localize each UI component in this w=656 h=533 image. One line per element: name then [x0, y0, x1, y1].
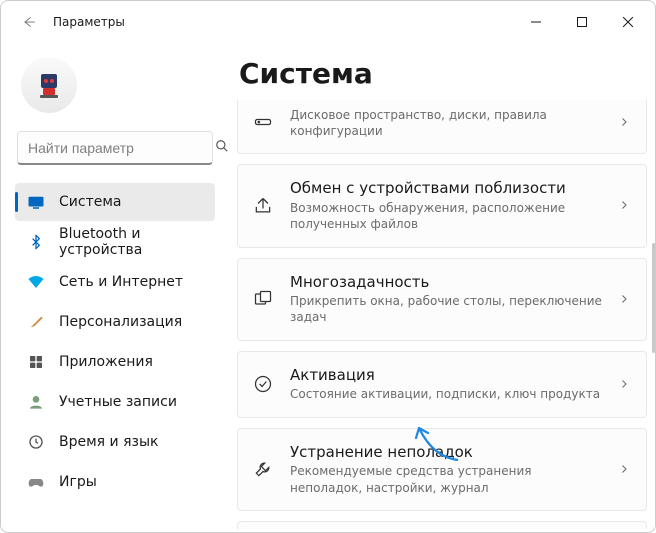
card-nearby-sharing[interactable]: Обмен с устройствами поблизости Возможно… [237, 164, 647, 247]
sidebar-item-label: Игры [59, 474, 97, 490]
window-title: Параметры [53, 15, 125, 29]
sidebar-item-bluetooth[interactable]: Bluetooth и устройства [15, 223, 215, 261]
sidebar-item-personalization[interactable]: Персонализация [15, 303, 215, 341]
card-storage[interactable]: Память Дисковое пространство, диски, пра… [237, 100, 647, 154]
sidebar-item-label: Персонализация [59, 314, 182, 330]
card-subtitle: Дисковое пространство, диски, правила ко… [290, 107, 602, 139]
wrench-icon [252, 458, 274, 480]
sidebar-item-label: Учетные записи [59, 394, 177, 410]
brush-icon [27, 313, 45, 331]
sidebar-item-apps[interactable]: Приложения [15, 343, 215, 381]
sidebar-item-time-language[interactable]: Время и язык [15, 423, 215, 461]
nav: Система Bluetooth и устройства Сеть и Ин… [13, 181, 217, 522]
card-activation[interactable]: Активация Состояние активации, подписки,… [237, 351, 647, 418]
chevron-right-icon [618, 113, 632, 132]
sidebar: Система Bluetooth и устройства Сеть и Ин… [1, 43, 225, 532]
clock-icon [27, 433, 45, 451]
card-multitasking[interactable]: Многозадачность Прикрепить окна, рабочие… [237, 258, 647, 341]
scrollbar[interactable] [652, 243, 655, 353]
sidebar-item-gaming[interactable]: Игры [15, 463, 215, 501]
page-title: Система [239, 57, 647, 90]
share-icon [252, 195, 274, 217]
search-input[interactable] [17, 131, 213, 165]
maximize-button[interactable] [559, 6, 605, 38]
card-title: Обмен с устройствами поблизости [290, 179, 602, 198]
multitask-icon [252, 288, 274, 310]
card-subtitle: Рекомендуемые средства устранения непола… [290, 463, 602, 495]
settings-list: Память Дисковое пространство, диски, пра… [237, 100, 647, 529]
close-button[interactable] [605, 6, 651, 38]
card-subtitle: Возможность обнаружения, расположение по… [290, 200, 602, 232]
apps-icon [27, 353, 45, 371]
avatar[interactable] [21, 57, 77, 113]
sidebar-item-label: Приложения [59, 354, 153, 370]
chevron-right-icon [618, 290, 632, 309]
sidebar-item-accounts[interactable]: Учетные записи [15, 383, 215, 421]
chevron-right-icon [618, 460, 632, 479]
storage-icon [252, 111, 274, 133]
card-title: Устранение неполадок [290, 443, 602, 462]
card-subtitle: Состояние активации, подписки, ключ прод… [290, 386, 602, 402]
search-field[interactable] [28, 140, 209, 156]
card-troubleshoot[interactable]: Устранение неполадок Рекомендуемые средс… [237, 428, 647, 511]
sidebar-item-label: Сеть и Интернет [59, 274, 183, 290]
sidebar-item-system[interactable]: Система [15, 183, 215, 221]
card-title: Многозадачность [290, 273, 602, 292]
chevron-right-icon [618, 375, 632, 394]
check-circle-icon [252, 373, 274, 395]
chevron-right-icon [618, 196, 632, 215]
bluetooth-icon [27, 233, 45, 251]
gamepad-icon [27, 473, 45, 491]
window-controls [513, 6, 651, 38]
sidebar-item-label: Bluetooth и устройства [59, 226, 205, 258]
wifi-icon [27, 273, 45, 291]
titlebar: Параметры [1, 1, 655, 43]
sidebar-item-network[interactable]: Сеть и Интернет [15, 263, 215, 301]
back-button[interactable] [11, 4, 47, 40]
card-subtitle: Прикрепить окна, рабочие столы, переключ… [290, 293, 602, 325]
person-icon [27, 393, 45, 411]
system-icon [27, 193, 45, 211]
card-title: Активация [290, 366, 602, 385]
sidebar-item-label: Время и язык [59, 434, 158, 450]
minimize-button[interactable] [513, 6, 559, 38]
card-recovery[interactable]: Восстановление Сброс, расширенные параме… [237, 521, 647, 529]
sidebar-item-label: Система [59, 194, 121, 210]
